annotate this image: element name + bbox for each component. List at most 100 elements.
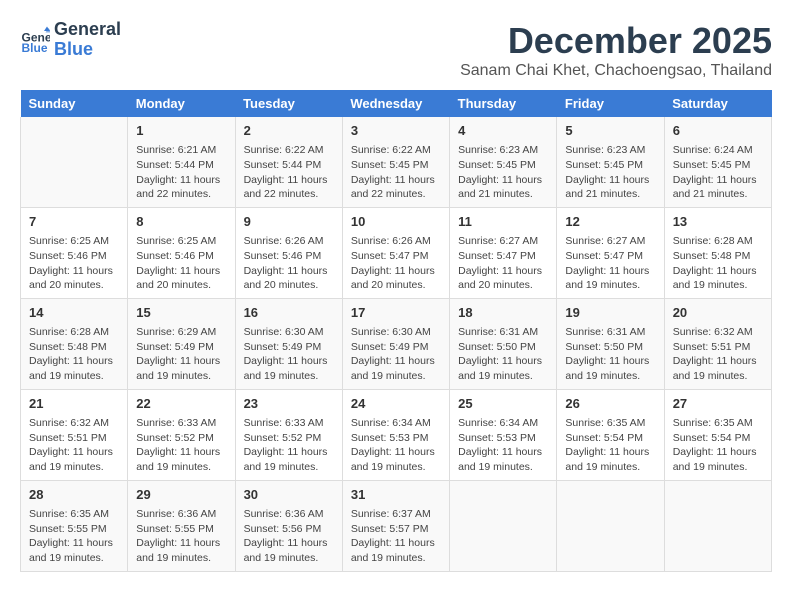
day-cell	[21, 117, 128, 207]
day-number: 6	[673, 122, 763, 140]
day-number: 7	[29, 213, 119, 231]
day-number: 15	[136, 304, 226, 322]
day-cell	[450, 480, 557, 571]
header-cell-tuesday: Tuesday	[235, 90, 342, 117]
day-number: 3	[351, 122, 441, 140]
logo-line2: Blue	[54, 40, 121, 60]
day-cell: 31 Sunrise: 6:37 AMSunset: 5:57 PMDayligh…	[342, 480, 449, 571]
day-info: Sunrise: 6:29 AMSunset: 5:49 PMDaylight:…	[136, 325, 226, 384]
day-number: 22	[136, 395, 226, 413]
day-number: 11	[458, 213, 548, 231]
day-number: 10	[351, 213, 441, 231]
day-info: Sunrise: 6:31 AMSunset: 5:50 PMDaylight:…	[565, 325, 655, 384]
week-row-3: 14 Sunrise: 6:28 AMSunset: 5:48 PMDayligh…	[21, 298, 772, 389]
day-cell: 1Sunrise: 6:21 AMSunset: 5:44 PMDaylight…	[128, 117, 235, 207]
day-info: Sunrise: 6:37 AMSunset: 5:57 PMDaylight:…	[351, 507, 441, 566]
week-row-4: 21 Sunrise: 6:32 AMSunset: 5:51 PMDayligh…	[21, 389, 772, 480]
day-cell: 6 Sunrise: 6:24 AMSunset: 5:45 PMDaylight…	[664, 117, 771, 207]
day-number: 2	[244, 122, 334, 140]
day-number: 19	[565, 304, 655, 322]
header-cell-friday: Friday	[557, 90, 664, 117]
day-cell: 29Sunrise: 6:36 AMSunset: 5:55 PMDayligh…	[128, 480, 235, 571]
day-cell: 30 Sunrise: 6:36 AMSunset: 5:56 PMDayligh…	[235, 480, 342, 571]
day-cell: 22 Sunrise: 6:33 AMSunset: 5:52 PMDayligh…	[128, 389, 235, 480]
day-number: 8	[136, 213, 226, 231]
day-cell: 9 Sunrise: 6:26 AMSunset: 5:46 PMDaylight…	[235, 207, 342, 298]
day-info: Sunrise: 6:23 AMSunset: 5:45 PMDaylight:…	[565, 143, 655, 202]
day-number: 25	[458, 395, 548, 413]
day-cell: 21 Sunrise: 6:32 AMSunset: 5:51 PMDayligh…	[21, 389, 128, 480]
header-cell-monday: Monday	[128, 90, 235, 117]
svg-text:Blue: Blue	[22, 41, 48, 55]
day-info: Sunrise: 6:33 AMSunset: 5:52 PMDaylight:…	[136, 416, 226, 475]
day-cell: 4 Sunrise: 6:23 AMSunset: 5:45 PMDaylight…	[450, 117, 557, 207]
day-cell: 23Sunrise: 6:33 AMSunset: 5:52 PMDayligh…	[235, 389, 342, 480]
day-info: Sunrise: 6:32 AMSunset: 5:51 PMDaylight:…	[29, 416, 119, 475]
day-number: 16	[244, 304, 334, 322]
day-number: 26	[565, 395, 655, 413]
header-cell-wednesday: Wednesday	[342, 90, 449, 117]
header-cell-thursday: Thursday	[450, 90, 557, 117]
day-cell: 8 Sunrise: 6:25 AMSunset: 5:46 PMDaylight…	[128, 207, 235, 298]
day-cell	[557, 480, 664, 571]
logo-icon: General Blue	[20, 25, 50, 55]
day-info: Sunrise: 6:30 AMSunset: 5:49 PMDaylight:…	[351, 325, 441, 384]
page-header: General Blue General Blue December 2025 …	[20, 20, 772, 80]
day-cell: 24Sunrise: 6:34 AMSunset: 5:53 PMDayligh…	[342, 389, 449, 480]
day-info: Sunrise: 6:25 AMSunset: 5:46 PMDaylight:…	[29, 234, 119, 293]
title-section: December 2025 Sanam Chai Khet, Chachoeng…	[460, 20, 772, 80]
day-number: 14	[29, 304, 119, 322]
calendar-table: SundayMondayTuesdayWednesdayThursdayFrid…	[20, 90, 772, 572]
day-info: Sunrise: 6:24 AMSunset: 5:45 PMDaylight:…	[673, 143, 763, 202]
day-cell: 19 Sunrise: 6:31 AMSunset: 5:50 PMDayligh…	[557, 298, 664, 389]
day-info: Sunrise: 6:28 AMSunset: 5:48 PMDaylight:…	[29, 325, 119, 384]
day-number: 21	[29, 395, 119, 413]
day-cell: 13 Sunrise: 6:28 AMSunset: 5:48 PMDayligh…	[664, 207, 771, 298]
day-info: Sunrise: 6:36 AMSunset: 5:56 PMDaylight:…	[244, 507, 334, 566]
day-info: Sunrise: 6:22 AMSunset: 5:45 PMDaylight:…	[351, 143, 441, 202]
day-number: 9	[244, 213, 334, 231]
day-cell	[664, 480, 771, 571]
logo-line1: General	[54, 20, 121, 40]
day-info: Sunrise: 6:23 AMSunset: 5:45 PMDaylight:…	[458, 143, 548, 202]
day-info: Sunrise: 6:35 AMSunset: 5:54 PMDaylight:…	[673, 416, 763, 475]
logo: General Blue General Blue	[20, 20, 121, 60]
week-row-5: 28 Sunrise: 6:35 AMSunset: 5:55 PMDayligh…	[21, 480, 772, 571]
day-info: Sunrise: 6:26 AMSunset: 5:47 PMDaylight:…	[351, 234, 441, 293]
day-info: Sunrise: 6:35 AMSunset: 5:55 PMDaylight:…	[29, 507, 119, 566]
day-info: Sunrise: 6:32 AMSunset: 5:51 PMDaylight:…	[673, 325, 763, 384]
day-number: 28	[29, 486, 119, 504]
day-number: 30	[244, 486, 334, 504]
day-number: 24	[351, 395, 441, 413]
day-info: Sunrise: 6:25 AMSunset: 5:46 PMDaylight:…	[136, 234, 226, 293]
day-cell: 16Sunrise: 6:30 AMSunset: 5:49 PMDayligh…	[235, 298, 342, 389]
day-info: Sunrise: 6:31 AMSunset: 5:50 PMDaylight:…	[458, 325, 548, 384]
day-info: Sunrise: 6:26 AMSunset: 5:46 PMDaylight:…	[244, 234, 334, 293]
day-number: 12	[565, 213, 655, 231]
day-number: 29	[136, 486, 226, 504]
subtitle: Sanam Chai Khet, Chachoengsao, Thailand	[460, 62, 772, 80]
day-cell: 26Sunrise: 6:35 AMSunset: 5:54 PMDayligh…	[557, 389, 664, 480]
day-cell: 25 Sunrise: 6:34 AMSunset: 5:53 PMDayligh…	[450, 389, 557, 480]
month-title: December 2025	[460, 20, 772, 62]
day-number: 31	[351, 486, 441, 504]
header-cell-sunday: Sunday	[21, 90, 128, 117]
day-number: 5	[565, 122, 655, 140]
day-cell: 11 Sunrise: 6:27 AMSunset: 5:47 PMDayligh…	[450, 207, 557, 298]
header-row: SundayMondayTuesdayWednesdayThursdayFrid…	[21, 90, 772, 117]
day-number: 23	[244, 395, 334, 413]
day-info: Sunrise: 6:28 AMSunset: 5:48 PMDaylight:…	[673, 234, 763, 293]
day-number: 18	[458, 304, 548, 322]
header-cell-saturday: Saturday	[664, 90, 771, 117]
day-number: 4	[458, 122, 548, 140]
day-info: Sunrise: 6:27 AMSunset: 5:47 PMDaylight:…	[458, 234, 548, 293]
day-number: 17	[351, 304, 441, 322]
day-cell: 15 Sunrise: 6:29 AMSunset: 5:49 PMDayligh…	[128, 298, 235, 389]
week-row-2: 7 Sunrise: 6:25 AMSunset: 5:46 PMDaylight…	[21, 207, 772, 298]
day-info: Sunrise: 6:27 AMSunset: 5:47 PMDaylight:…	[565, 234, 655, 293]
day-cell: 12 Sunrise: 6:27 AMSunset: 5:47 PMDayligh…	[557, 207, 664, 298]
day-info: Sunrise: 6:34 AMSunset: 5:53 PMDaylight:…	[458, 416, 548, 475]
day-number: 13	[673, 213, 763, 231]
day-info: Sunrise: 6:22 AMSunset: 5:44 PMDaylight:…	[244, 143, 334, 202]
day-cell: 28 Sunrise: 6:35 AMSunset: 5:55 PMDayligh…	[21, 480, 128, 571]
